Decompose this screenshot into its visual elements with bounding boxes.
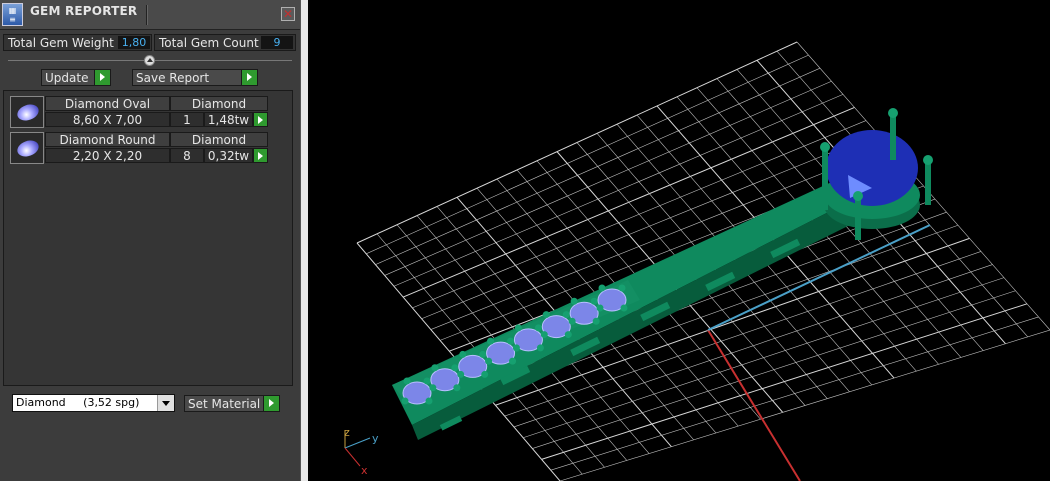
bead-prong [425, 397, 433, 405]
oval-diamond-icon [15, 101, 41, 124]
total-count-value: 9 [261, 36, 293, 49]
round-diamond-icon [15, 137, 41, 160]
bead-prong [542, 311, 550, 319]
bead-prong [453, 384, 461, 392]
prong-tip [923, 155, 933, 165]
chevron-down-icon[interactable] [157, 395, 174, 411]
set-material-button[interactable]: Set Material [184, 395, 280, 412]
bead-prong [485, 357, 493, 365]
gem-material: Diamond [170, 96, 268, 111]
total-weight-box: Total Gem Weight 1,80 [3, 34, 152, 51]
save-report-button[interactable]: Save Report [132, 69, 258, 86]
bead-prong [507, 337, 515, 345]
bead-prong [590, 297, 598, 305]
gem-size: 8,60 X 7,00 [45, 112, 170, 127]
gem-count: 8 [170, 148, 204, 163]
gizmo-x-label: x [361, 464, 368, 477]
play-arrow-icon [94, 70, 110, 85]
update-button[interactable]: Update [41, 69, 111, 86]
grid-line [559, 329, 1050, 481]
grid-line [550, 316, 1039, 471]
bead-prong [512, 344, 520, 352]
gem-reporter-panel: ▦ ≡ GEM REPORTER ✕ Total Gem Weight 1,80 … [0, 0, 300, 481]
gizmo-x-axis [344, 447, 361, 467]
bead-prong [479, 350, 487, 358]
bead-prong [459, 350, 467, 358]
play-arrow-icon [241, 70, 257, 85]
gem-name: Diamond Oval [45, 96, 170, 111]
bead-prong [536, 344, 544, 352]
gizmo-y-axis [344, 437, 371, 449]
bead-prong [457, 370, 465, 378]
material-selected-value: Diamond (3,52 spg) [16, 396, 140, 409]
total-weight-value: 1,80 [118, 36, 150, 49]
bead-prong [431, 364, 439, 372]
3d-viewport[interactable]: z y x [308, 0, 1050, 481]
x-axis-line [707, 329, 801, 481]
gem-material: Diamond [170, 132, 268, 147]
set-material-label: Set Material [188, 397, 261, 411]
bead-prong [451, 364, 459, 372]
bead-prong [487, 337, 495, 345]
gem-name: Diamond Round [45, 132, 170, 147]
play-arrow-icon[interactable] [253, 112, 268, 127]
prong-tip [820, 142, 830, 152]
bead-prong [401, 397, 409, 405]
oval-center-stone [826, 130, 918, 206]
bead-prong [568, 317, 576, 325]
gem-thumbnail [10, 132, 44, 164]
bead-prong [481, 370, 489, 378]
total-count-box: Total Gem Count 9 [154, 34, 296, 51]
gem-thumbnail [10, 96, 44, 128]
bead-prong [429, 384, 437, 392]
window-title: GEM REPORTER [30, 4, 138, 18]
gem-weight: 0,32tw [204, 148, 253, 163]
bead-prong [618, 284, 626, 292]
gem-row-oval[interactable]: Diamond Oval Diamond 8,60 X 7,00 1 1,48t… [10, 96, 268, 129]
bead-prong [598, 284, 606, 292]
bead-prong [570, 297, 578, 305]
material-dropdown[interactable]: Diamond (3,52 spg) [12, 394, 175, 412]
viewport-canvas[interactable]: z y x [308, 0, 1050, 481]
collapse-arrow-icon[interactable] [144, 55, 155, 66]
play-arrow-icon [263, 396, 279, 411]
title-separator [146, 5, 147, 25]
gem-list: Diamond Oval Diamond 8,60 X 7,00 1 1,48t… [3, 90, 293, 386]
bead-prong [592, 317, 600, 325]
bead-prong [620, 304, 628, 312]
bead-prong [540, 331, 548, 339]
bead-prong [596, 304, 604, 312]
gizmo-y-label: y [372, 432, 379, 445]
gem-weight: 1,48tw [204, 112, 253, 127]
bead-prong [509, 357, 517, 365]
title-bar[interactable]: ▦ ≡ GEM REPORTER ✕ [0, 0, 300, 30]
bead-prong [562, 311, 570, 319]
bead-prong [564, 331, 572, 339]
gem-count: 1 [170, 112, 204, 127]
gem-size: 2,20 X 2,20 [45, 148, 170, 163]
save-report-label: Save Report [136, 71, 210, 85]
play-arrow-icon[interactable] [253, 148, 268, 163]
total-count-label: Total Gem Count [159, 36, 259, 50]
bead-prong [403, 377, 411, 385]
prong-tip [888, 108, 898, 118]
bead-prong [514, 324, 522, 332]
app-logo-icon: ▦ ≡ [2, 3, 23, 26]
prong-tip [853, 191, 863, 201]
update-label: Update [45, 71, 89, 85]
bead-prong [534, 324, 542, 332]
bead-prong [423, 377, 431, 385]
gem-row-round[interactable]: Diamond Round Diamond 2,20 X 2,20 8 0,32… [10, 132, 268, 165]
total-weight-label: Total Gem Weight [8, 36, 114, 50]
close-icon[interactable]: ✕ [281, 7, 295, 21]
panel-resize-handle[interactable] [300, 0, 308, 481]
gizmo-z-label: z [344, 426, 350, 439]
